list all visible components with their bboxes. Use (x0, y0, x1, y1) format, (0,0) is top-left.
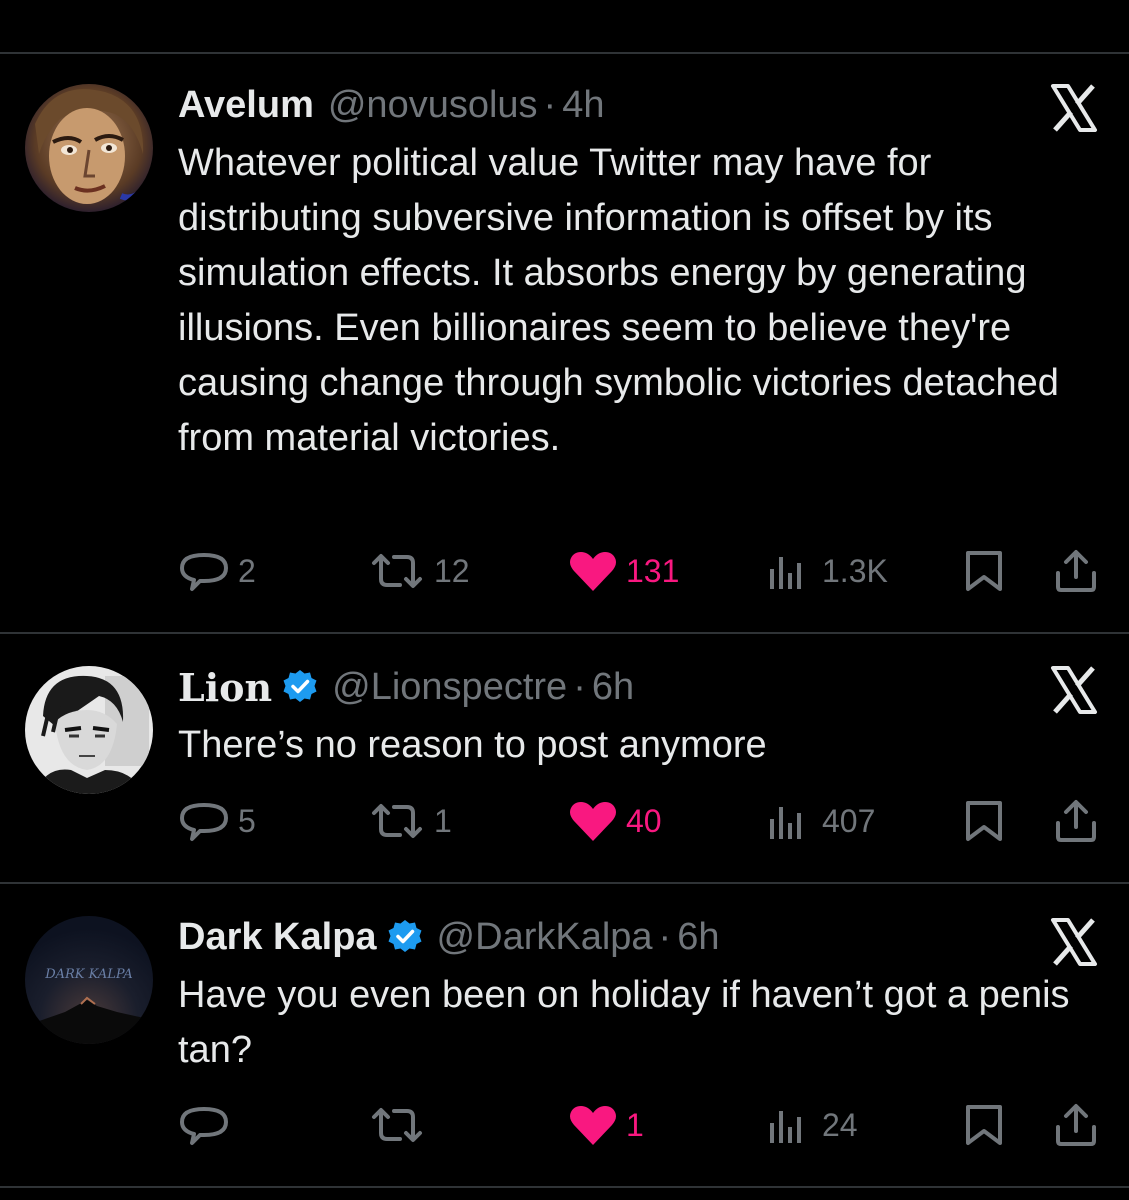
bookmark-icon (966, 551, 1002, 591)
avatar[interactable] (25, 84, 153, 212)
tweet[interactable]: Avelum @novusolus · 4h Whatever politica… (0, 54, 1129, 632)
reply-count: 2 (238, 552, 256, 589)
separator-dot: · (543, 83, 557, 126)
reply-button[interactable] (178, 1100, 238, 1150)
like-button[interactable]: 1 (568, 1100, 644, 1150)
x-logo-icon[interactable] (1050, 84, 1098, 132)
reply-icon (180, 553, 228, 591)
author-handle[interactable]: @DarkKalpa (437, 916, 653, 959)
views-button[interactable]: 24 (766, 1100, 858, 1150)
tweet-header: Lion @Lionspectre · 6h (178, 662, 634, 712)
share-button[interactable] (1054, 546, 1098, 596)
heart-icon (570, 1106, 616, 1145)
views-count: 407 (822, 802, 876, 839)
separator-dot: · (658, 915, 672, 958)
tweet-header: Dark Kalpa @DarkKalpa · 6h (178, 912, 719, 962)
tweet[interactable]: DARK KALPA Dark Kalpa @DarkKalpa · 6h Ha… (0, 884, 1129, 1186)
bookmark-button[interactable] (962, 796, 1006, 846)
like-count: 1 (626, 1106, 644, 1143)
verified-badge-icon (283, 670, 317, 702)
repost-icon (372, 1108, 422, 1142)
divider (0, 1186, 1129, 1188)
reply-icon (180, 1107, 228, 1145)
views-button[interactable]: 1.3K (766, 546, 888, 596)
timestamp[interactable]: 4h (562, 84, 604, 127)
previous-tweet-actions (0, 0, 1129, 8)
like-button[interactable]: 131 (568, 546, 679, 596)
tweet-actions: 1 24 (0, 1100, 1129, 1150)
views-count: 1.3K (822, 552, 888, 589)
author-name[interactable]: Lion (178, 665, 272, 710)
author-handle[interactable]: @novusolus (328, 84, 538, 127)
tweet-text: Have you even been on holiday if haven’t… (178, 974, 1070, 1071)
repost-icon (372, 804, 422, 838)
tweet-actions: 5 1 40 407 (0, 796, 1129, 846)
author-handle[interactable]: @Lionspectre (332, 666, 567, 709)
repost-button[interactable] (368, 1100, 434, 1150)
views-icon (770, 1111, 801, 1143)
bookmark-button[interactable] (962, 546, 1006, 596)
avatar[interactable] (25, 666, 153, 794)
repost-button[interactable]: 12 (368, 546, 470, 596)
repost-count: 1 (434, 802, 452, 839)
reply-button[interactable]: 5 (178, 796, 256, 846)
share-icon (1056, 1104, 1096, 1146)
tweet-actions: 2 12 131 1.3K (0, 546, 1129, 596)
share-icon (1056, 550, 1096, 592)
repost-count: 12 (434, 552, 470, 589)
like-count: 40 (626, 802, 662, 839)
bookmark-icon (966, 801, 1002, 841)
views-button[interactable]: 407 (766, 796, 875, 846)
share-icon (1056, 800, 1096, 842)
tweet-text: Whatever political value Twitter may hav… (178, 142, 1059, 459)
repost-icon (372, 554, 422, 588)
views-count: 24 (822, 1106, 858, 1143)
author-name[interactable]: Dark Kalpa (178, 916, 377, 959)
previous-actions-icons (0, 0, 1129, 8)
x-logo-icon[interactable] (1050, 666, 1098, 714)
heart-icon (570, 802, 616, 841)
heart-icon (570, 552, 616, 591)
avatar-text: DARK KALPA (44, 967, 133, 982)
timestamp[interactable]: 6h (592, 666, 634, 709)
tweet[interactable]: Lion @Lionspectre · 6h There’s no reason… (0, 634, 1129, 882)
reply-icon (180, 803, 228, 841)
reply-button[interactable]: 2 (178, 546, 256, 596)
avatar[interactable]: DARK KALPA (25, 916, 153, 1044)
views-icon (770, 557, 801, 589)
tweet-text: There’s no reason to post anymore (178, 724, 767, 766)
author-name[interactable]: Avelum (178, 84, 314, 127)
views-icon (770, 807, 801, 839)
bookmark-icon (966, 1105, 1002, 1145)
separator-dot: · (573, 665, 586, 708)
like-button[interactable]: 40 (568, 796, 662, 846)
reply-count: 5 (238, 802, 256, 839)
timestamp[interactable]: 6h (677, 916, 719, 959)
x-logo-icon[interactable] (1050, 918, 1098, 966)
verified-badge-icon (388, 920, 422, 952)
share-button[interactable] (1054, 1100, 1098, 1150)
repost-button[interactable]: 1 (368, 796, 452, 846)
bookmark-button[interactable] (962, 1100, 1006, 1150)
share-button[interactable] (1054, 796, 1098, 846)
tweet-header: Avelum @novusolus · 4h (178, 80, 604, 130)
like-count: 131 (626, 552, 680, 589)
